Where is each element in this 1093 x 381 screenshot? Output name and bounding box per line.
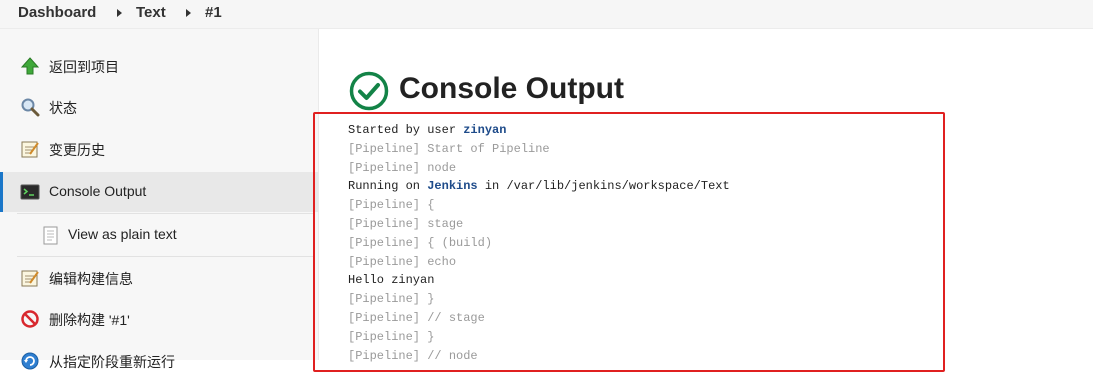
sidebar-divider xyxy=(17,256,313,257)
sidebar-item-label: 删除构建 '#1' xyxy=(49,312,130,328)
notepad-icon xyxy=(21,141,39,158)
user-link[interactable]: zinyan xyxy=(463,123,506,137)
sidebar-item-edit-build-info[interactable]: 编辑构建信息 xyxy=(0,258,318,298)
sidebar-item-restart-from-stage[interactable]: 从指定阶段重新运行 xyxy=(0,341,318,381)
sidebar-item-view-plain-text[interactable]: View as plain text xyxy=(0,215,318,255)
check-circle-icon xyxy=(349,71,389,111)
sidebar-item-back-to-project[interactable]: 返回到项目 xyxy=(0,46,318,86)
sidebar-item-delete-build[interactable]: 删除构建 '#1' xyxy=(0,299,318,339)
document-icon xyxy=(43,226,58,245)
console-output: Started by user zinyan [Pipeline] Start … xyxy=(348,121,730,365)
console-line: [Pipeline] stage xyxy=(348,216,464,231)
sidebar: 返回到项目 状态 变更历史 Console Output View as pla… xyxy=(0,29,319,370)
sidebar-item-console-output[interactable]: Console Output xyxy=(0,172,318,212)
breadcrumb-text[interactable]: Text xyxy=(136,4,166,21)
restart-icon xyxy=(21,352,39,370)
sidebar-item-label: 状态 xyxy=(49,100,77,116)
console-line: [Pipeline] { (build) xyxy=(348,235,493,250)
sidebar-item-label: 编辑构建信息 xyxy=(49,271,133,287)
up-arrow-icon xyxy=(20,57,40,75)
console-line: [Pipeline] echo xyxy=(348,254,457,269)
terminal-icon xyxy=(20,184,40,200)
console-text: Running on xyxy=(348,179,428,194)
breadcrumb-separator-icon[interactable] xyxy=(117,9,122,17)
page-title: Console Output xyxy=(399,72,624,105)
console-line: [Pipeline] node xyxy=(348,160,457,175)
breadcrumb-build[interactable]: #1 xyxy=(205,4,222,21)
console-line: Running on Jenkins in /var/lib/jenkins/w… xyxy=(348,177,730,196)
console-line: [Pipeline] Start of Pipeline xyxy=(348,141,550,156)
node-link[interactable]: Jenkins xyxy=(427,179,477,193)
magnifier-icon xyxy=(21,98,40,117)
sidebar-item-label: Console Output xyxy=(49,183,147,199)
console-line: [Pipeline] } xyxy=(348,329,435,344)
console-text: in /var/lib/jenkins/workspace/Text xyxy=(477,179,730,194)
sidebar-item-label: View as plain text xyxy=(68,226,177,242)
sidebar-item-changes[interactable]: 变更历史 xyxy=(0,129,318,169)
console-line: [Pipeline] // stage xyxy=(348,310,485,325)
console-line: Hello zinyan xyxy=(348,273,435,288)
breadcrumb-separator-icon[interactable] xyxy=(186,9,191,17)
no-entry-icon xyxy=(21,310,39,328)
breadcrumb-dashboard[interactable]: Dashboard xyxy=(18,4,96,21)
notepad-icon xyxy=(21,270,39,287)
sidebar-divider xyxy=(17,213,313,214)
breadcrumb: Dashboard Text #1 xyxy=(0,0,1093,29)
console-line: Started by user zinyan xyxy=(348,121,730,140)
sidebar-item-label: 返回到项目 xyxy=(49,59,119,75)
sidebar-item-label: 从指定阶段重新运行 xyxy=(49,354,175,370)
sidebar-item-status[interactable]: 状态 xyxy=(0,87,318,127)
console-text: Started by user xyxy=(348,123,464,137)
console-line: [Pipeline] { xyxy=(348,198,435,213)
console-line: [Pipeline] } xyxy=(348,292,435,307)
sidebar-item-label: 变更历史 xyxy=(49,142,105,158)
console-line: [Pipeline] // node xyxy=(348,348,478,363)
